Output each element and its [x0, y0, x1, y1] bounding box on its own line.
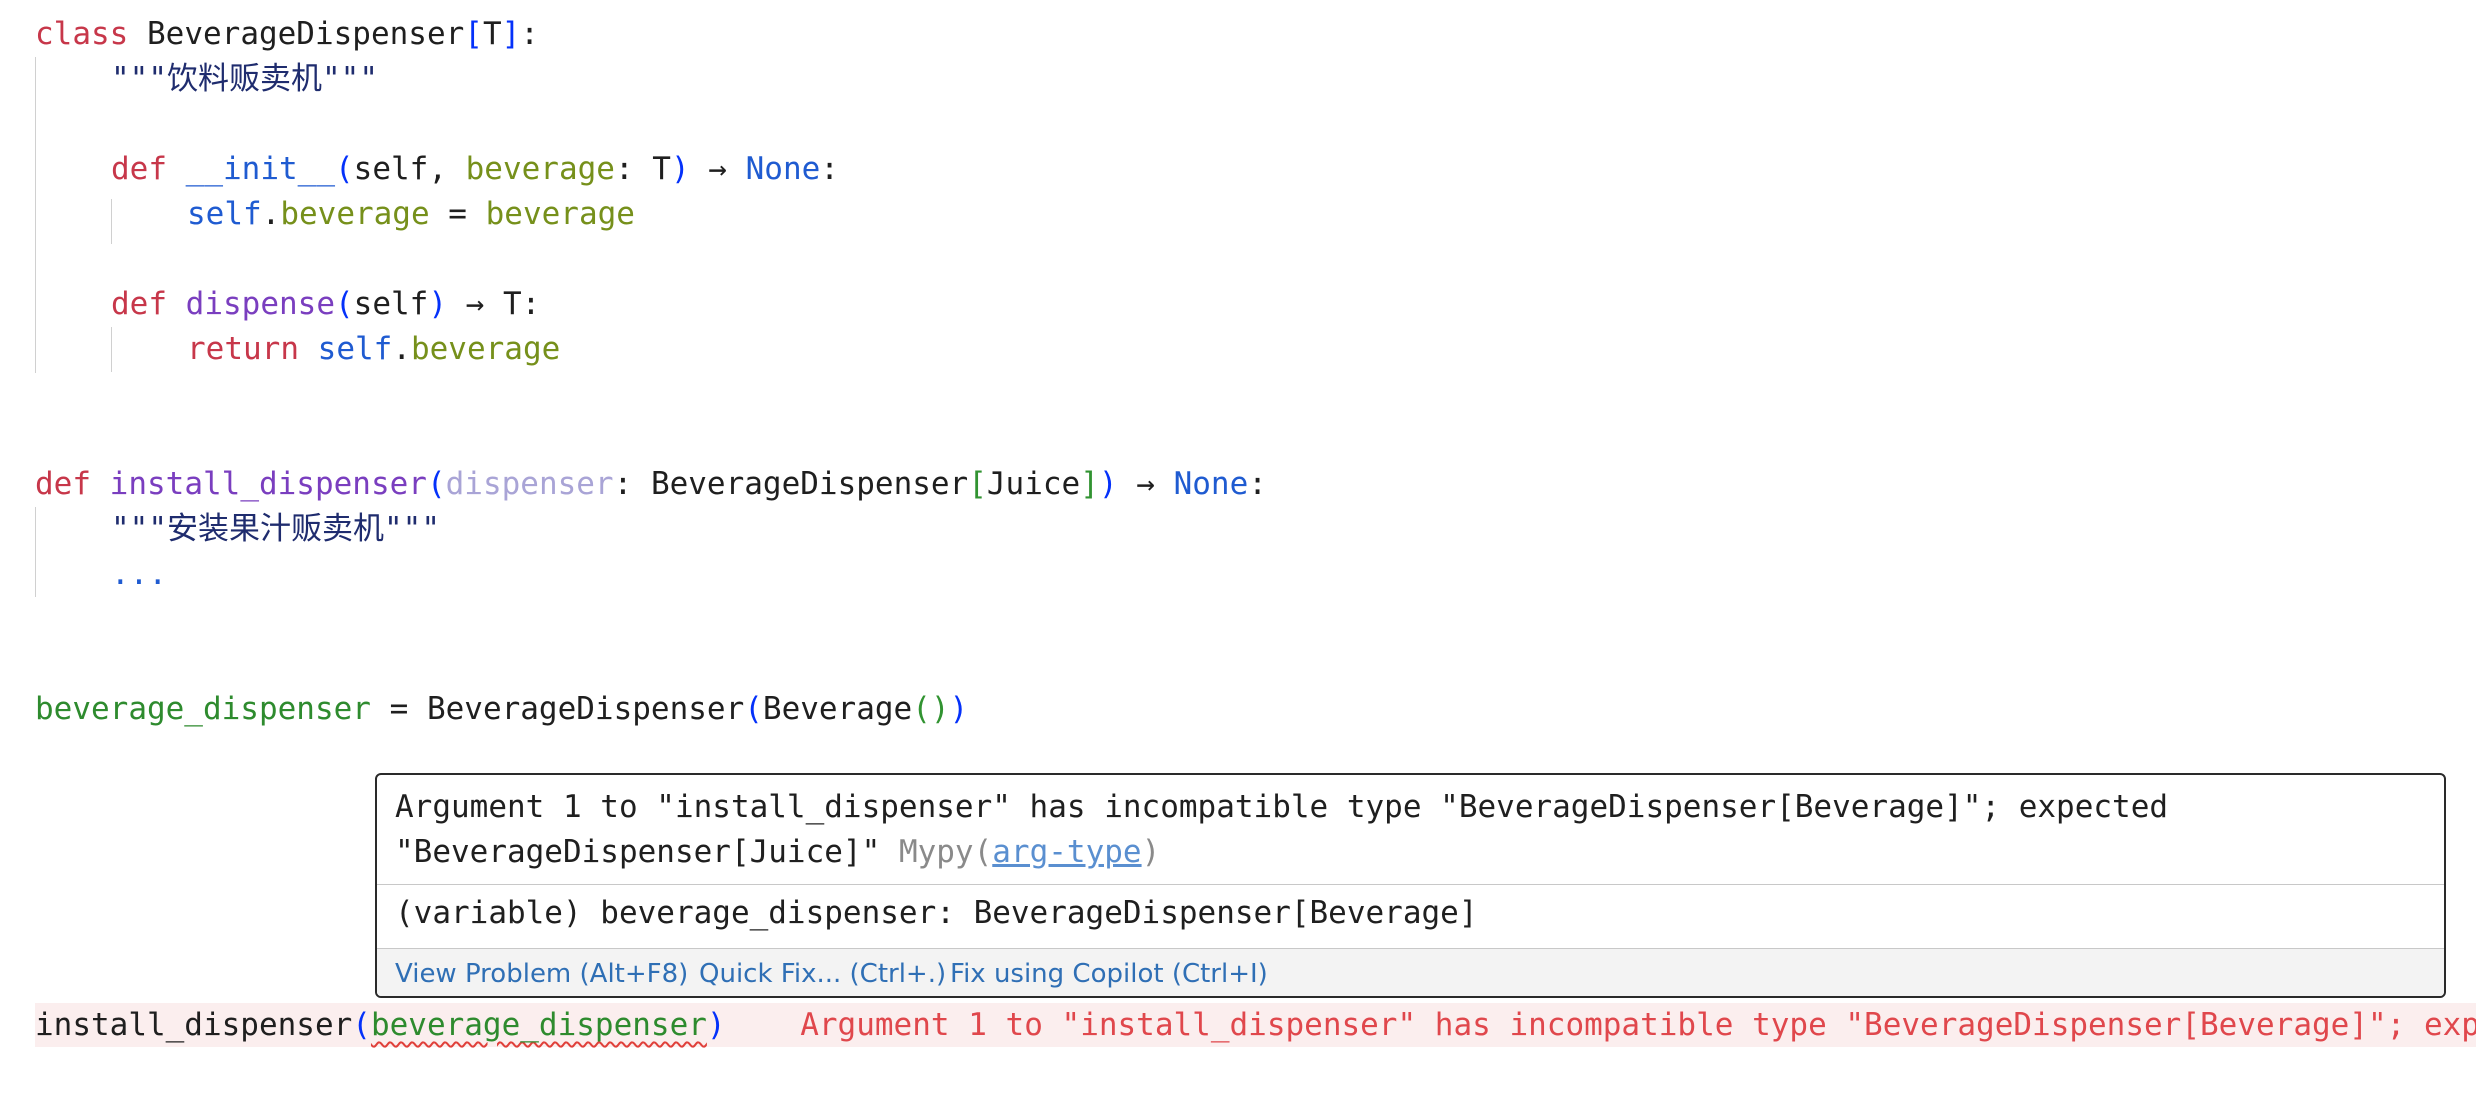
code-line-class-def[interactable]: class BeverageDispenser[T]: — [35, 12, 539, 57]
keyword-def: def — [111, 151, 167, 187]
indent-guide — [111, 199, 112, 244]
type-param: T — [482, 16, 502, 52]
code-line-dispense-def[interactable]: def dispense(self) → T: — [111, 282, 540, 327]
install-function-name: install_dispenser — [109, 466, 427, 502]
beverage-value: beverage — [485, 196, 635, 232]
self-param: self — [353, 151, 429, 187]
class-name: BeverageDispenser — [147, 16, 465, 52]
self-ref: self — [317, 331, 393, 367]
hover-action-bar: View Problem (Alt+F8) Quick Fix... (Ctrl… — [377, 948, 2444, 996]
code-editor[interactable]: class BeverageDispenser[T]: """饮料贩卖机""" … — [0, 0, 2476, 1098]
class-name-ref: BeverageDispenser — [650, 466, 969, 502]
indent-guide — [111, 327, 112, 372]
beverage-param: beverage — [465, 151, 615, 187]
class-name-ref: BeverageDispenser — [426, 691, 745, 727]
keyword-def: def — [35, 466, 91, 502]
indent-guide — [35, 507, 36, 597]
view-problem-link[interactable]: View Problem (Alt+F8) — [395, 949, 688, 996]
rule-code-link[interactable]: arg-type — [992, 834, 1141, 870]
code-line-call-error[interactable]: install_dispenser(beverage_dispenser) Ar… — [35, 1003, 2476, 1048]
none-keyword: None — [1173, 466, 1249, 502]
ellipsis: ... — [111, 556, 167, 592]
juice-type: Juice — [986, 466, 1081, 502]
return-arrow: → — [1136, 466, 1155, 502]
class-docstring: """饮料贩卖机""" — [111, 61, 378, 97]
install-docstring: """安装果汁贩卖机""" — [111, 511, 440, 547]
beverage-class-ref: Beverage — [762, 691, 913, 727]
code-line-install-docstring[interactable]: """安装果汁贩卖机""" — [111, 507, 440, 552]
code-line-install-def[interactable]: def install_dispenser(dispenser: Beverag… — [35, 462, 1267, 507]
copilot-fix-link[interactable]: Fix using Copilot (Ctrl+I) — [950, 949, 1268, 996]
keyword-return: return — [187, 331, 299, 367]
hover-signature: (variable) beverage_dispenser: BeverageD… — [395, 895, 1478, 931]
type-param: T — [503, 286, 522, 322]
dispenser-param: dispenser — [445, 466, 614, 502]
return-arrow: → — [465, 286, 485, 322]
keyword-class: class — [35, 16, 129, 52]
code-line-ellipsis[interactable]: ... — [111, 552, 167, 597]
hover-error-message: Argument 1 to "install_dispenser" has in… — [395, 789, 2187, 870]
keyword-def: def — [111, 286, 167, 322]
code-line-dispense-body[interactable]: return self.beverage — [187, 327, 560, 372]
dispense-method-name: dispense — [185, 286, 335, 322]
hover-message-text: Argument 1 to "install_dispenser" has in… — [395, 789, 2187, 870]
code-line-assignment[interactable]: beverage_dispenser = BeverageDispenser(B… — [35, 687, 968, 732]
variable-name: beverage_dispenser — [35, 691, 371, 727]
hover-divider — [377, 884, 2444, 885]
code-line-class-docstring[interactable]: """饮料贩卖机""" — [111, 57, 378, 102]
code-line-init-body[interactable]: self.beverage = beverage — [187, 192, 635, 237]
init-method-name: __init__ — [185, 151, 335, 187]
hover-source: Mypy — [898, 834, 974, 870]
return-arrow: → — [708, 151, 727, 187]
type-param: T — [652, 151, 671, 187]
diagnostic-hover-popup[interactable]: Argument 1 to "install_dispenser" has in… — [375, 773, 2446, 998]
beverage-attr: beverage — [280, 196, 430, 232]
install-call-name: install_dispenser — [35, 1007, 353, 1043]
quick-fix-link[interactable]: Quick Fix... (Ctrl+.) — [699, 949, 946, 996]
inline-error-message: Argument 1 to "install_dispenser" has in… — [800, 1007, 2476, 1043]
error-squiggle-argument[interactable]: beverage_dispenser — [371, 1007, 707, 1043]
code-line-init-def[interactable]: def __init__(self, beverage: T) → None: — [111, 147, 839, 192]
self-ref: self — [187, 196, 262, 232]
self-param: self — [353, 286, 429, 322]
indent-guide — [35, 57, 36, 373]
beverage-attr: beverage — [410, 331, 561, 367]
none-keyword: None — [745, 151, 821, 187]
